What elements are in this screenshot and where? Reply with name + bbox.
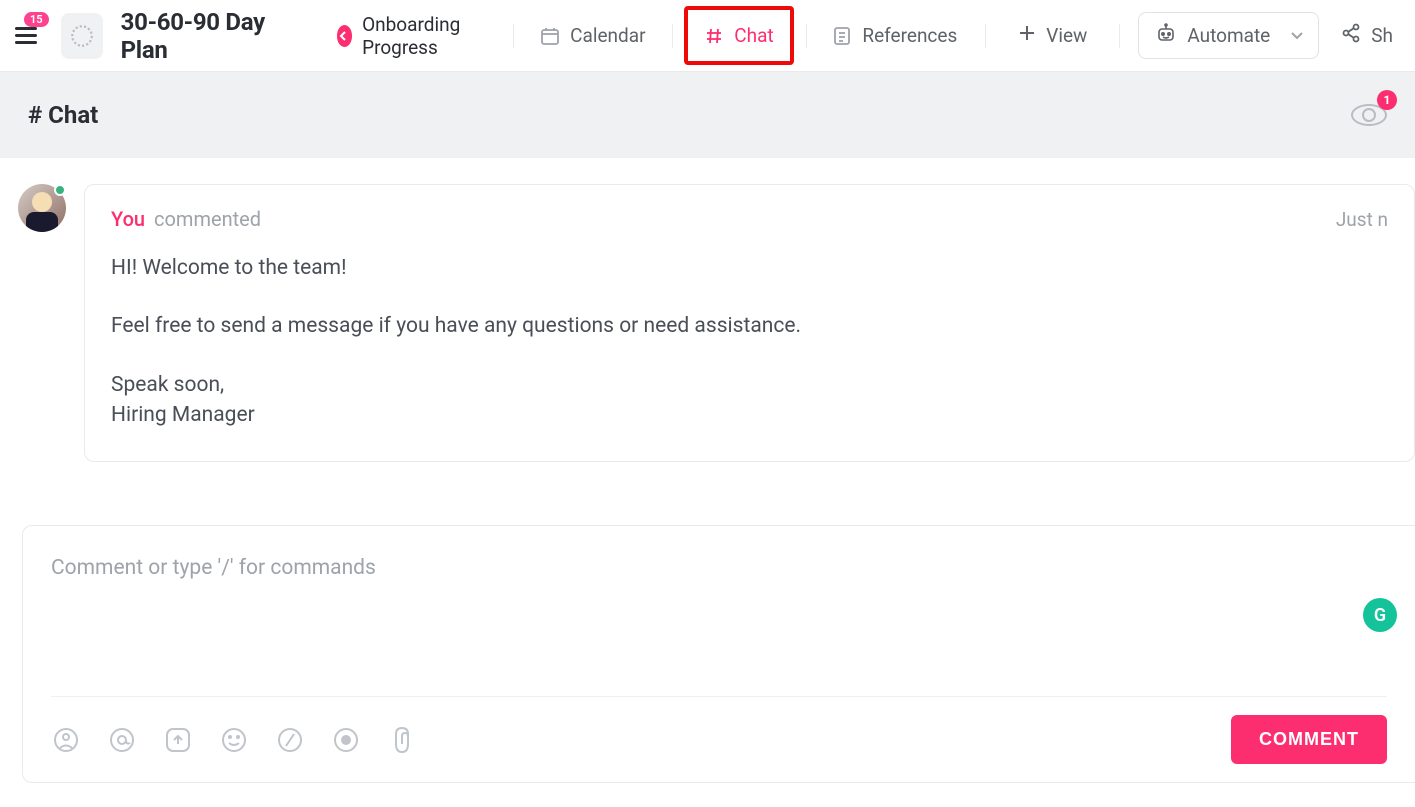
sub-header: # Chat 1 [0, 72, 1415, 158]
hash-icon [704, 26, 724, 46]
watcher-button[interactable]: 1 [1351, 104, 1387, 126]
message-body: HI! Welcome to the team! Feel free to se… [111, 253, 1388, 431]
message-card: You commented Just n HI! Welcome to the … [84, 184, 1415, 462]
composer: Comment or type '/' for commands G [22, 525, 1415, 783]
mention-icon[interactable] [107, 725, 137, 755]
plus-icon [1018, 24, 1036, 47]
slash-icon[interactable] [275, 725, 305, 755]
share-icon [1341, 23, 1361, 48]
space-icon[interactable] [61, 13, 103, 59]
robot-icon [1155, 23, 1177, 48]
record-icon[interactable] [331, 725, 361, 755]
message-line: Speak soon, [111, 370, 1388, 400]
author-action: commented [154, 207, 261, 231]
composer-toolbar: COMMENT [51, 696, 1387, 764]
page-title: 30-60-90 Day Plan [121, 8, 301, 64]
message-time: Just n [1336, 208, 1388, 231]
automate-group: Automate [1138, 12, 1319, 59]
view-label: View [1046, 24, 1087, 47]
separator [672, 24, 673, 48]
tab-label: Onboarding Progress [362, 13, 487, 59]
assign-icon[interactable] [51, 725, 81, 755]
emoji-icon[interactable] [219, 725, 249, 755]
menu-badge: 15 [24, 12, 49, 27]
chevron-down-icon [1290, 31, 1304, 41]
view-button[interactable]: View [1004, 16, 1101, 55]
message-line: HI! Welcome to the team! [111, 253, 1388, 283]
menu-button[interactable]: 15 [8, 16, 45, 56]
comment-input[interactable]: Comment or type '/' for commands [51, 556, 1387, 696]
separator [513, 24, 514, 48]
tab-calendar[interactable]: Calendar [526, 14, 659, 57]
back-icon [337, 25, 352, 47]
attachment-icon[interactable] [387, 725, 417, 755]
automate-dropdown[interactable] [1284, 20, 1310, 51]
tab-label: References [862, 24, 957, 47]
share-label: Sh [1371, 24, 1393, 47]
message-line: Feel free to send a message if you have … [111, 311, 1388, 341]
author-name: You [111, 207, 145, 231]
separator [985, 24, 986, 48]
tab-label: Calendar [570, 24, 645, 47]
chat-area: You commented Just n HI! Welcome to the … [0, 158, 1415, 462]
message-line: Hiring Manager [111, 400, 1388, 430]
sub-title: # Chat [28, 101, 98, 129]
watcher-count: 1 [1377, 90, 1397, 110]
document-icon [832, 26, 852, 46]
share-button[interactable]: Sh [1327, 15, 1407, 56]
tab-chat[interactable]: Chat [690, 14, 787, 57]
tool-icons [51, 725, 417, 755]
message-header: You commented Just n [111, 207, 1388, 231]
right-actions: View Automate Sh [975, 12, 1407, 59]
automate-label: Automate [1187, 24, 1270, 47]
grammarly-icon[interactable]: G [1363, 598, 1397, 632]
upload-icon[interactable] [163, 725, 193, 755]
avatar-wrap [18, 184, 66, 462]
message-author: You commented [111, 207, 261, 231]
online-status-icon [54, 184, 66, 196]
tab-onboarding-progress[interactable]: Onboarding Progress [323, 3, 502, 69]
nav-tabs: Onboarding Progress Calendar Chat Refere… [323, 3, 972, 69]
top-bar: 15 30-60-90 Day Plan Onboarding Progress… [0, 0, 1415, 72]
separator [1119, 24, 1120, 48]
separator [806, 24, 807, 48]
hamburger-icon [15, 27, 37, 44]
tab-label: Chat [734, 24, 773, 47]
tab-references[interactable]: References [818, 14, 971, 57]
automate-button[interactable]: Automate [1147, 17, 1278, 54]
calendar-icon [540, 26, 560, 46]
comment-button[interactable]: COMMENT [1231, 715, 1387, 764]
highlight-box: Chat [684, 6, 793, 65]
